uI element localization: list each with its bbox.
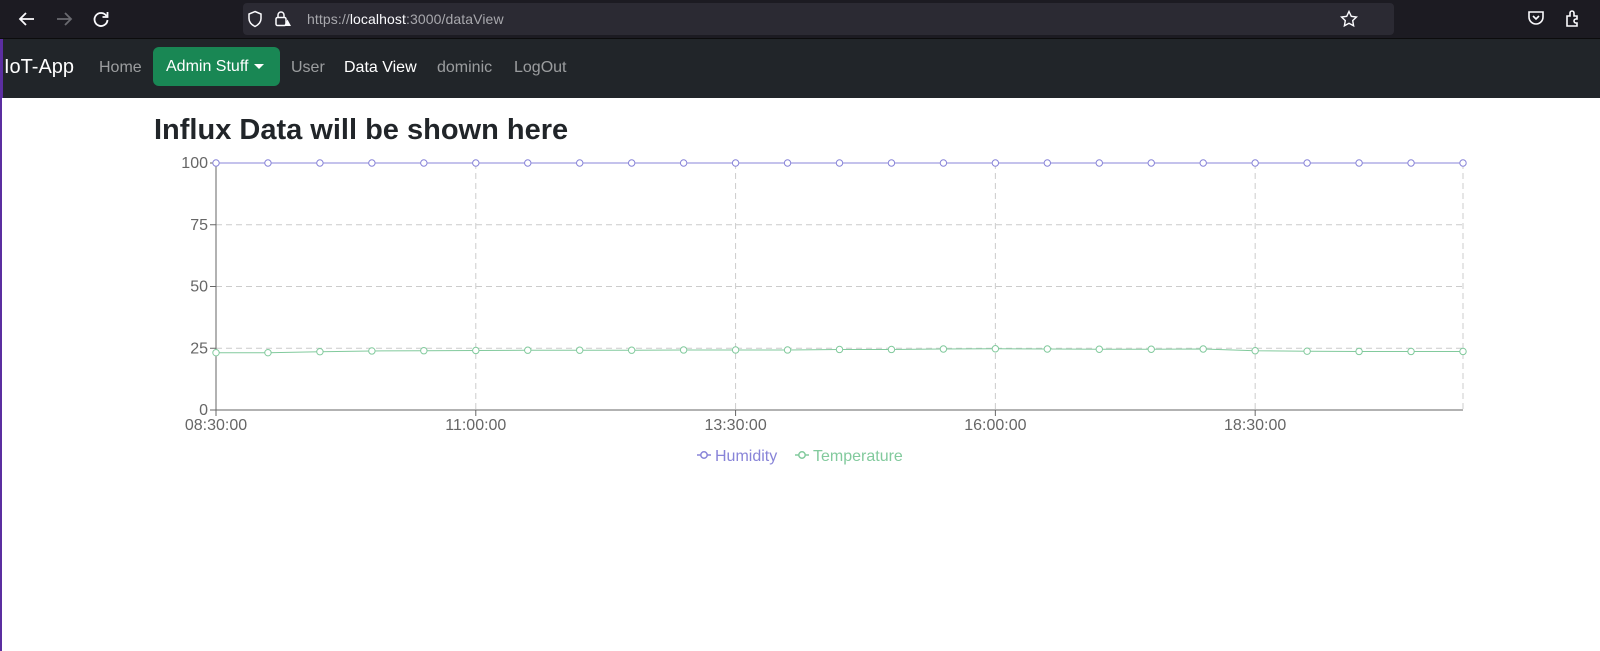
data-point-humidity — [316, 159, 324, 167]
y-tick-label: 75 — [190, 217, 208, 234]
data-point-humidity — [1251, 159, 1259, 167]
data-point-temperature — [887, 345, 896, 354]
y-tick-label: 100 — [181, 155, 208, 172]
data-point-temperature — [420, 347, 428, 355]
data-point-humidity — [1407, 159, 1415, 167]
line-chart: 025507510008:30:00 11:00:00 13:30:00 16:00:… — [181, 155, 1467, 465]
data-point-humidity — [1147, 159, 1155, 167]
data-point-humidity — [835, 159, 844, 167]
y-tick-label: 25 — [190, 340, 208, 357]
data-point-humidity — [731, 159, 740, 167]
data-point-humidity — [576, 159, 584, 167]
data-point-temperature — [264, 348, 272, 357]
data-point-temperature — [1251, 347, 1259, 355]
y-tick-label: 50 — [190, 279, 208, 296]
data-point-humidity — [472, 159, 480, 167]
data-point-temperature — [1199, 345, 1207, 353]
data-point-temperature — [212, 348, 220, 357]
legend-marker-temperature — [798, 451, 806, 459]
data-point-temperature — [1043, 345, 1052, 353]
data-point-temperature — [1355, 347, 1363, 356]
data-point-temperature — [472, 346, 480, 355]
data-point-temperature — [679, 346, 688, 354]
data-point-temperature — [731, 346, 740, 354]
data-point-humidity — [264, 159, 272, 167]
data-point-temperature — [1407, 347, 1415, 356]
data-point-temperature — [991, 345, 1000, 353]
data-point-temperature — [835, 345, 844, 354]
data-point-humidity — [887, 159, 896, 167]
data-point-temperature — [316, 348, 324, 356]
data-point-temperature — [939, 345, 948, 353]
x-tick-label: 08:30:00 — [185, 417, 247, 434]
data-point-humidity — [679, 159, 688, 167]
data-point-temperature — [1095, 345, 1103, 353]
x-tick-label: 11:00:00 — [445, 417, 506, 434]
data-point-temperature — [1459, 347, 1467, 356]
data-point-humidity — [1459, 159, 1467, 167]
legend-marker-humidity — [700, 451, 708, 459]
data-point-temperature — [576, 346, 584, 354]
data-point-temperature — [1303, 347, 1311, 355]
legend-label-humidity: Humidity — [715, 448, 777, 465]
data-point-humidity — [1199, 159, 1207, 167]
chart-series — [212, 159, 1467, 357]
x-tick-label: 13:30:00 — [704, 417, 766, 434]
data-point-humidity — [1355, 159, 1363, 167]
data-point-humidity — [1043, 159, 1052, 167]
data-point-humidity — [627, 159, 636, 167]
legend-label-temperature: Temperature — [813, 448, 903, 465]
data-point-humidity — [1303, 159, 1311, 167]
chart-legend: Humidity Temperature — [697, 448, 903, 465]
chart-axes: 025507510008:30:00 11:00:00 13:30:00 16:00:… — [181, 155, 1463, 434]
data-point-humidity — [783, 159, 792, 167]
data-point-humidity — [420, 159, 428, 167]
x-tick-label: 16:00:00 — [964, 417, 1026, 434]
data-point-humidity — [368, 159, 376, 167]
data-point-humidity — [939, 159, 948, 167]
x-tick-label: 18:30:00 — [1224, 417, 1286, 434]
data-point-humidity — [1095, 159, 1103, 167]
data-point-humidity — [212, 159, 220, 167]
data-point-temperature — [368, 347, 376, 355]
data-point-temperature — [783, 346, 792, 354]
data-point-temperature — [627, 346, 636, 354]
chart-grid — [216, 162, 1464, 410]
data-point-temperature — [524, 346, 532, 354]
data-point-humidity — [524, 159, 532, 167]
data-point-humidity — [991, 159, 1000, 167]
data-point-temperature — [1147, 345, 1155, 353]
